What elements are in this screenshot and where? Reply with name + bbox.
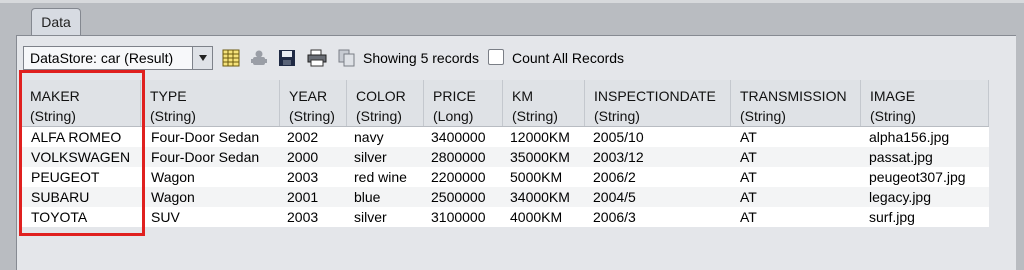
column-type: (String) xyxy=(150,108,196,124)
column-header-image[interactable]: IMAGE (String) xyxy=(861,80,989,126)
table-cell[interactable]: 3100000 xyxy=(431,207,486,227)
table-cell[interactable]: Wagon xyxy=(151,167,195,187)
table-row[interactable]: PEUGEOT Wagon 2003 red wine 2200000 5000… xyxy=(21,167,989,187)
column-name: YEAR xyxy=(289,88,328,104)
table-cell[interactable]: silver xyxy=(354,147,387,167)
table-cell[interactable]: red wine xyxy=(354,167,407,187)
table-cell[interactable]: 4000KM xyxy=(510,207,562,227)
table-cell[interactable]: PEUGEOT xyxy=(31,167,99,187)
column-type: (String) xyxy=(740,108,786,124)
copy-icon[interactable] xyxy=(337,48,357,68)
datastore-select-value: DataStore: car (Result) xyxy=(30,50,174,66)
table-cell[interactable]: 2006/2 xyxy=(593,167,636,187)
table-cell[interactable]: Wagon xyxy=(151,187,195,207)
table-header: MAKER (String) TYPE (String) YEAR (Strin… xyxy=(21,80,989,127)
table-cell[interactable]: SUBARU xyxy=(31,187,89,207)
record-count-text: Showing 5 records xyxy=(363,50,479,66)
save-icon[interactable] xyxy=(277,48,297,68)
table-row[interactable]: VOLKSWAGEN Four-Door Sedan 2000 silver 2… xyxy=(21,147,989,167)
table-cell[interactable]: navy xyxy=(354,127,384,147)
column-type: (Long) xyxy=(433,108,474,124)
column-name: COLOR xyxy=(356,88,406,104)
table-row[interactable]: SUBARU Wagon 2001 blue 2500000 34000KM 2… xyxy=(21,187,989,207)
column-header-maker[interactable]: MAKER (String) xyxy=(21,80,141,126)
column-name: IMAGE xyxy=(870,88,916,104)
table-cell[interactable]: AT xyxy=(740,207,757,227)
table-cell[interactable]: 5000KM xyxy=(510,167,562,187)
table-cell[interactable]: SUV xyxy=(151,207,180,227)
table-cell[interactable]: legacy.jpg xyxy=(869,187,931,207)
column-name: PRICE xyxy=(433,88,476,104)
table-cell[interactable]: 12000KM xyxy=(510,127,570,147)
column-header-color[interactable]: COLOR (String) xyxy=(347,80,424,126)
plugin-icon[interactable] xyxy=(249,48,269,68)
table-cell[interactable]: 2800000 xyxy=(431,147,486,167)
column-type: (String) xyxy=(512,108,558,124)
column-header-price[interactable]: PRICE (Long) xyxy=(424,80,503,126)
datastore-select[interactable]: DataStore: car (Result) xyxy=(23,46,213,70)
column-header-year[interactable]: YEAR (String) xyxy=(280,80,347,126)
table-view-icon[interactable] xyxy=(221,48,241,68)
data-panel: DataStore: car (Result) Showing 5 record… xyxy=(16,35,1016,270)
column-name: INSPECTIONDATE xyxy=(594,88,716,104)
table-cell[interactable]: AT xyxy=(740,187,757,207)
table-cell[interactable]: 2200000 xyxy=(431,167,486,187)
chevron-down-icon[interactable] xyxy=(192,47,212,69)
column-type: (String) xyxy=(289,108,335,124)
table-cell[interactable]: 2006/3 xyxy=(593,207,636,227)
table-cell[interactable]: passat.jpg xyxy=(869,147,933,167)
table-cell[interactable]: 2500000 xyxy=(431,187,486,207)
tab-data-label: Data xyxy=(41,14,71,30)
table-cell[interactable]: 3400000 xyxy=(431,127,486,147)
table-cell[interactable]: 35000KM xyxy=(510,147,570,167)
column-name: TYPE xyxy=(150,88,187,104)
table-cell[interactable]: TOYOTA xyxy=(31,207,87,227)
column-name: TRANSMISSION xyxy=(740,88,847,104)
column-type: (String) xyxy=(30,108,76,124)
table-cell[interactable]: surf.jpg xyxy=(869,207,915,227)
table-cell[interactable]: 2001 xyxy=(287,187,318,207)
table-cell[interactable]: 2002 xyxy=(287,127,318,147)
column-type: (String) xyxy=(356,108,402,124)
table-cell[interactable]: alpha156.jpg xyxy=(869,127,949,147)
table-cell[interactable]: 2003 xyxy=(287,167,318,187)
column-header-km[interactable]: KM (String) xyxy=(503,80,585,126)
table-cell[interactable]: peugeot307.jpg xyxy=(869,167,966,187)
tab-data[interactable]: Data xyxy=(31,8,81,35)
table-cell[interactable]: 2003 xyxy=(287,207,318,227)
table-cell[interactable]: Four-Door Sedan xyxy=(151,127,259,147)
data-table: MAKER (String) TYPE (String) YEAR (Strin… xyxy=(21,80,989,227)
table-cell[interactable]: 2005/10 xyxy=(593,127,644,147)
table-cell[interactable]: 2000 xyxy=(287,147,318,167)
column-name: MAKER xyxy=(30,88,80,104)
tab-strip: Data xyxy=(0,0,1024,37)
table-cell[interactable]: ALFA ROMEO xyxy=(31,127,121,147)
column-type: (String) xyxy=(870,108,916,124)
table-cell[interactable]: 2003/12 xyxy=(593,147,644,167)
column-type: (String) xyxy=(594,108,640,124)
table-cell[interactable]: 2004/5 xyxy=(593,187,636,207)
print-icon[interactable] xyxy=(307,48,327,68)
table-cell[interactable]: silver xyxy=(354,207,387,227)
table-cell[interactable]: AT xyxy=(740,167,757,187)
table-cell[interactable]: AT xyxy=(740,147,757,167)
table-cell[interactable]: 34000KM xyxy=(510,187,570,207)
count-all-checkbox[interactable] xyxy=(488,49,504,65)
table-row[interactable]: TOYOTA SUV 2003 silver 3100000 4000KM 20… xyxy=(21,207,989,227)
table-cell[interactable]: AT xyxy=(740,127,757,147)
table-cell[interactable]: VOLKSWAGEN xyxy=(31,147,130,167)
column-header-type[interactable]: TYPE (String) xyxy=(141,80,280,126)
toolbar: DataStore: car (Result) Showing 5 record… xyxy=(17,44,1017,74)
column-name: KM xyxy=(512,88,533,104)
table-cell[interactable]: blue xyxy=(354,187,380,207)
table-row[interactable]: ALFA ROMEO Four-Door Sedan 2002 navy 340… xyxy=(21,127,989,147)
column-header-inspectiondate[interactable]: INSPECTIONDATE (String) xyxy=(585,80,731,126)
table-cell[interactable]: Four-Door Sedan xyxy=(151,147,259,167)
column-header-transmission[interactable]: TRANSMISSION (String) xyxy=(731,80,861,126)
count-all-label: Count All Records xyxy=(512,50,625,66)
